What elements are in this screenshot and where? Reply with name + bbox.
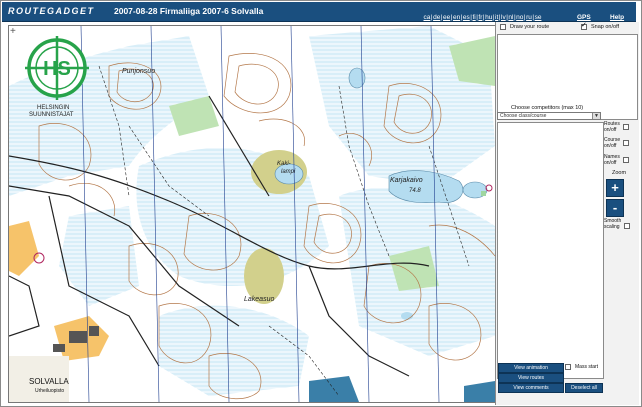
- deselect-all-button[interactable]: Deselect all: [565, 383, 603, 393]
- svg-text:HS: HS: [43, 58, 71, 80]
- course-control: Course on/off: [604, 137, 629, 149]
- logo-text: ROUTEGADGET: [8, 6, 95, 16]
- label-karjakaivo: Karjakaivo: [390, 177, 423, 184]
- names-toggle-label: on/off: [604, 160, 617, 166]
- view-animation-button[interactable]: View animation: [498, 363, 564, 373]
- label-punjonsuo: Punjonsuo: [122, 68, 155, 75]
- map-graphic[interactable]: HS HELSINGIN SUUNNISTAJAT Punjonsuo Kaki…: [9, 26, 495, 402]
- language-link-en[interactable]: en: [452, 14, 460, 21]
- course-checkbox[interactable]: [623, 140, 629, 146]
- map-pan-cross-icon[interactable]: +: [10, 27, 16, 37]
- class-select[interactable]: Choose class/course ▼: [497, 112, 601, 120]
- class-select-value: Choose class/course: [500, 113, 547, 119]
- draw-route-checkbox[interactable]: [500, 24, 506, 30]
- help-link[interactable]: Help: [610, 14, 624, 21]
- view-routes-button[interactable]: View routes: [498, 373, 564, 383]
- sidebar: Draw your route Snap on/off Choose compe…: [495, 21, 639, 405]
- language-link-ru[interactable]: ru: [526, 14, 533, 21]
- smooth-scaling-checkbox[interactable]: [624, 223, 630, 229]
- names-control: Names on/off: [604, 154, 629, 166]
- language-link-ca[interactable]: ca: [423, 14, 431, 21]
- label-karjakaivo-height: 74.8: [409, 188, 421, 194]
- club-name-line1: HELSINGIN: [37, 105, 69, 111]
- mass-start-row: Mass start: [565, 364, 598, 370]
- names-checkbox[interactable]: [623, 157, 629, 163]
- mass-start-checkbox[interactable]: [565, 364, 571, 370]
- language-link-se[interactable]: se: [534, 14, 542, 21]
- zoom-out-button[interactable]: -: [606, 199, 624, 217]
- competitor-list[interactable]: [497, 122, 604, 379]
- smooth-scaling-control: Smooth scaling: [604, 218, 630, 230]
- draw-route-row: Draw your route: [500, 24, 549, 30]
- routes-toggle-label: on/off: [604, 127, 617, 133]
- view-comments-button[interactable]: View comments: [498, 383, 564, 393]
- orienteering-map[interactable]: HS HELSINGIN SUUNNISTAJAT Punjonsuo Kaki…: [8, 25, 496, 403]
- label-kakilampi-2: lampi: [281, 169, 296, 175]
- app-frame: ROUTEGADGET 2007-08-28 Firmaliiga 2007-6…: [0, 0, 642, 407]
- gps-link[interactable]: GPS: [577, 14, 591, 21]
- routes-checkbox[interactable]: [623, 124, 629, 130]
- zoom-label: Zoom: [612, 170, 627, 176]
- label-solvalla: SOLVALLA: [29, 377, 69, 386]
- choose-competitors-label: Choose competitors (max 10): [511, 105, 584, 111]
- chevron-down-icon: ▼: [592, 113, 600, 119]
- course-toggle-label: on/off: [604, 143, 617, 149]
- language-link-no[interactable]: no: [516, 14, 524, 21]
- snap-checkbox[interactable]: [581, 21, 587, 30]
- mass-start-label: Mass start: [575, 364, 599, 370]
- label-kakilampi-1: Kaki-: [277, 161, 291, 167]
- language-link-ee[interactable]: ee: [443, 14, 451, 21]
- language-link-hu[interactable]: hu: [485, 14, 493, 21]
- snap-label: Snap on/off: [591, 24, 620, 30]
- draw-route-label: Draw your route: [510, 24, 550, 30]
- header-bar: ROUTEGADGET 2007-08-28 Firmaliiga 2007-6…: [2, 2, 636, 22]
- zoom-in-button[interactable]: +: [606, 179, 624, 197]
- club-name-line2: SUUNNISTAJAT: [29, 112, 74, 118]
- label-urheiluopisto: Urheiluopisto: [35, 388, 64, 394]
- language-link-es[interactable]: es: [462, 14, 470, 21]
- scaling-label: scaling: [604, 224, 620, 230]
- snap-row: Snap on/off: [581, 21, 620, 30]
- event-title: 2007-08-28 Firmaliiga 2007-6 Solvalla: [114, 6, 264, 16]
- routegadget-logo: ROUTEGADGET: [8, 4, 95, 18]
- routes-control: Routes on/off: [604, 121, 629, 133]
- language-link-de[interactable]: de: [433, 14, 441, 21]
- label-lakeasuo: Lakeasuo: [244, 296, 274, 303]
- language-links: ca | de | ee | en | es | fi | fr | hu | it | lv | nl | no | ru | s…: [423, 14, 542, 21]
